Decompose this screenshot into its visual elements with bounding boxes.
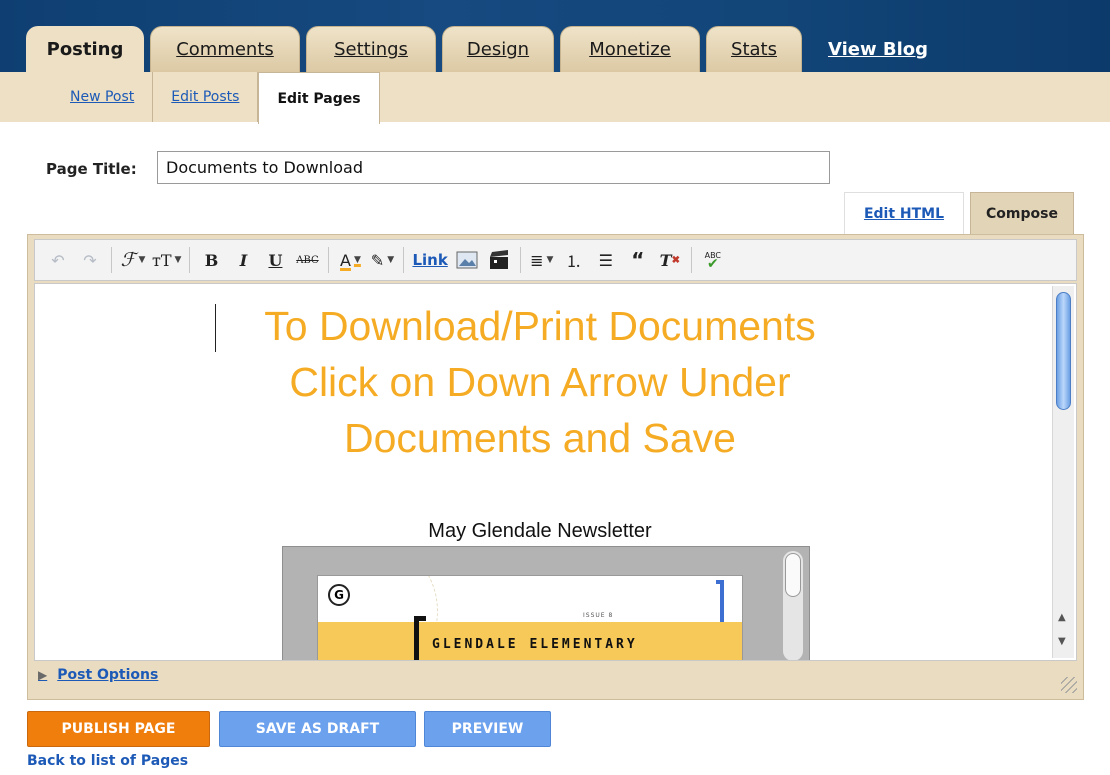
headline-line: To Download/Print Documents: [264, 303, 816, 349]
toolbar-divider: [690, 247, 692, 273]
subtab-new-post[interactable]: New Post: [52, 72, 154, 122]
italic-icon[interactable]: I: [230, 246, 256, 274]
scroll-down-icon[interactable]: ▼: [1058, 636, 1066, 647]
document-page: G ISSUE 8 GLENDALE ELEMENTARY: [317, 575, 743, 660]
redo-icon[interactable]: ↷: [77, 246, 103, 274]
subtab-edit-posts[interactable]: Edit Posts: [153, 72, 259, 122]
bullet-list-icon[interactable]: ☰: [593, 246, 619, 274]
save-as-draft-button[interactable]: SAVE AS DRAFT: [219, 711, 416, 747]
preview-button[interactable]: PREVIEW: [424, 711, 551, 747]
chevron-down-icon: ▼: [546, 255, 554, 265]
headline-text: To Download/Print Documents Click on Dow…: [35, 298, 1045, 466]
editor-content-area[interactable]: To Download/Print Documents Click on Dow…: [34, 283, 1077, 661]
publish-page-button[interactable]: PUBLISH PAGE: [27, 711, 210, 747]
editor-scroll-thumb[interactable]: [1056, 292, 1071, 410]
sub-nav-bar: New Post Edit Posts Edit Pages: [0, 72, 1110, 124]
scroll-up-icon[interactable]: ▲: [1058, 612, 1066, 623]
post-editor: ↶ ↷ ℱ ▼ тT ▼ B I U ABC A ▼ ✎ ▼ Link ≣ ▼ ⒈ ☰: [27, 234, 1084, 700]
document-scroll-thumb[interactable]: [785, 553, 801, 597]
chevron-down-icon: ▼: [353, 255, 361, 265]
embedded-document-viewer[interactable]: G ISSUE 8 GLENDALE ELEMENTARY: [282, 546, 810, 660]
remove-formatting-icon[interactable]: T ✖: [657, 246, 683, 274]
tab-stats[interactable]: Stats: [706, 26, 802, 72]
tab-posting[interactable]: Posting: [26, 26, 144, 72]
school-logo-icon: G: [328, 584, 350, 606]
headline-line: Documents and Save: [343, 415, 736, 461]
main-tabs: Posting Comments Settings Design Monetiz…: [26, 26, 954, 72]
page-title-label: Page Title:: [46, 160, 137, 178]
spellcheck-icon[interactable]: ABC ✔: [700, 246, 726, 274]
blockquote-icon[interactable]: “: [625, 246, 651, 274]
toolbar-divider: [111, 247, 112, 273]
top-nav-bar: Posting Comments Settings Design Monetiz…: [0, 0, 1110, 72]
black-bracket-decoration: [414, 616, 426, 660]
chevron-down-icon: ▼: [174, 255, 182, 265]
checkmark-icon: ✔: [706, 256, 719, 272]
triangle-right-icon: ▶: [38, 668, 48, 682]
toolbar-divider: [189, 247, 191, 273]
tab-comments[interactable]: Comments: [150, 26, 300, 72]
headline-line: Click on Down Arrow Under: [289, 359, 791, 405]
font-size-icon[interactable]: тT ▼: [152, 246, 181, 274]
tab-compose[interactable]: Compose: [970, 192, 1074, 234]
back-to-pages-link[interactable]: Back to list of Pages: [27, 753, 188, 769]
highlight-color-icon[interactable]: ✎ ▼: [369, 246, 395, 274]
doc-issue-label: ISSUE 8: [583, 612, 614, 619]
red-x-icon: ✖: [671, 254, 680, 266]
text-color-icon[interactable]: A ▼: [337, 246, 363, 274]
toolbar-divider: [403, 247, 405, 273]
subtab-edit-pages[interactable]: Edit Pages: [258, 72, 380, 124]
newsletter-caption: May Glendale Newsletter: [428, 520, 652, 542]
editor-scrollbar[interactable]: ▲ ▼: [1052, 286, 1074, 658]
insert-image-icon[interactable]: [454, 246, 480, 274]
insert-link-button[interactable]: Link: [412, 246, 447, 274]
tab-edit-html[interactable]: Edit HTML: [844, 192, 964, 234]
font-family-icon[interactable]: ℱ ▼: [120, 246, 146, 274]
sub-tabs: New Post Edit Posts Edit Pages: [52, 72, 380, 124]
strikethrough-icon[interactable]: ABC: [294, 246, 320, 274]
blogger-editor-page: Posting Comments Settings Design Monetiz…: [0, 0, 1110, 775]
toolbar-divider: [328, 247, 330, 273]
tab-design[interactable]: Design: [442, 26, 554, 72]
resize-handle-icon[interactable]: [1061, 677, 1077, 693]
underline-icon[interactable]: U: [262, 246, 288, 274]
document-title: GLENDALE ELEMENTARY: [432, 637, 638, 652]
numbered-list-icon[interactable]: ⒈: [561, 246, 587, 274]
post-options-label: Post Options: [57, 667, 159, 683]
bold-icon[interactable]: B: [198, 246, 224, 274]
chevron-down-icon: ▼: [387, 255, 395, 265]
post-options-toggle[interactable]: ▶ Post Options: [38, 667, 158, 683]
editor-toolbar: ↶ ↷ ℱ ▼ тT ▼ B I U ABC A ▼ ✎ ▼ Link ≣ ▼ ⒈ ☰: [34, 239, 1077, 281]
align-icon[interactable]: ≣ ▼: [529, 246, 555, 274]
chevron-down-icon: ▼: [138, 255, 146, 265]
tab-settings[interactable]: Settings: [306, 26, 436, 72]
document-scrollbar[interactable]: [783, 551, 803, 660]
insert-video-icon[interactable]: [486, 246, 512, 274]
view-blog-link[interactable]: View Blog: [808, 26, 948, 72]
undo-icon[interactable]: ↶: [45, 246, 71, 274]
toolbar-divider: [519, 247, 521, 273]
page-title-input[interactable]: [157, 151, 830, 184]
tab-monetize[interactable]: Monetize: [560, 26, 700, 72]
